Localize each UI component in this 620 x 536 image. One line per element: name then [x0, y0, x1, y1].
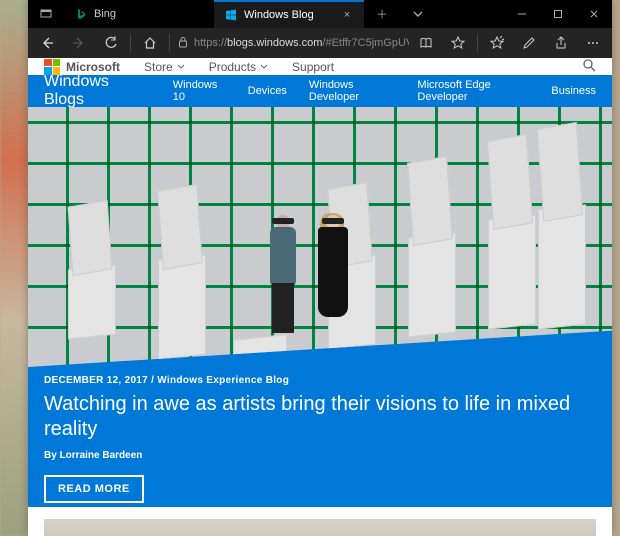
pen-icon — [522, 36, 536, 50]
close-icon — [589, 9, 599, 19]
chevron-down-icon — [177, 63, 185, 71]
blognav-devices[interactable]: Devices — [248, 85, 287, 97]
hero-headline[interactable]: Watching in awe as artists bring their v… — [44, 392, 596, 442]
desktop-background — [0, 0, 28, 536]
microsoft-logo-text: Microsoft — [66, 60, 120, 74]
lock-icon — [178, 36, 188, 51]
hero-meta: DECEMBER 12, 2017 / Windows Experience B… — [44, 375, 596, 386]
nav-products[interactable]: Products — [209, 60, 268, 74]
home-icon — [143, 36, 157, 50]
star-burst-icon — [490, 36, 504, 50]
nav-back-button[interactable] — [32, 29, 62, 57]
browser-window: Bing Windows Blog × ＋ — [28, 0, 612, 536]
window-minimize-button[interactable] — [504, 0, 540, 28]
site-search-button[interactable] — [582, 58, 596, 75]
window-close-button[interactable] — [576, 0, 612, 28]
arrow-right-icon — [72, 36, 86, 50]
blognav-windows-developer[interactable]: Windows Developer — [309, 79, 396, 103]
tab-actions-button[interactable] — [28, 0, 64, 28]
tab-label: Bing — [94, 8, 204, 20]
nav-forward-button[interactable] — [64, 29, 94, 57]
arrow-left-icon — [40, 36, 54, 50]
blognav-edge-developer[interactable]: Microsoft Edge Developer — [417, 79, 529, 103]
reading-view-button[interactable] — [411, 29, 441, 57]
address-bar: https://blogs.windows.com/#Etffr7C5jmGpU… — [28, 28, 612, 58]
new-tab-button[interactable]: ＋ — [364, 0, 400, 28]
blognav-windows10[interactable]: Windows 10 — [173, 79, 226, 103]
tabs-dropdown-button[interactable] — [400, 0, 436, 28]
bing-icon — [74, 7, 88, 21]
url-text: https://blogs.windows.com/#Etffr7C5jmGpU… — [194, 37, 409, 49]
hero-category-link[interactable]: Windows Experience Blog — [157, 375, 289, 386]
hero-image — [28, 107, 612, 367]
maximize-icon — [553, 9, 563, 19]
url-input[interactable]: https://blogs.windows.com/#Etffr7C5jmGpU… — [174, 29, 409, 57]
book-icon — [419, 36, 433, 50]
blognav-business[interactable]: Business — [551, 85, 596, 97]
hero-author: Lorraine Bardeen — [60, 450, 143, 461]
share-icon — [554, 36, 568, 50]
share-button[interactable] — [546, 29, 576, 57]
tab-preview-icon — [40, 8, 52, 20]
search-icon — [582, 58, 596, 72]
ellipsis-icon — [586, 36, 600, 50]
chevron-down-icon — [413, 9, 423, 19]
nav-support[interactable]: Support — [292, 60, 334, 74]
minimize-icon — [517, 9, 527, 19]
favorite-button[interactable] — [443, 29, 473, 57]
hero-byline: By Lorraine Bardeen — [44, 450, 596, 461]
chevron-down-icon — [260, 63, 268, 71]
tab-bing[interactable]: Bing — [64, 0, 214, 28]
blog-subnav: Windows Blogs Windows 10 Devices Windows… — [28, 75, 612, 107]
next-article-preview[interactable] — [44, 517, 596, 536]
nav-home-button[interactable] — [135, 29, 165, 57]
hero-date: DECEMBER 12, 2017 — [44, 375, 148, 386]
web-notes-button[interactable] — [514, 29, 544, 57]
read-more-button[interactable]: READ MORE — [44, 475, 144, 503]
blog-brand[interactable]: Windows Blogs — [44, 73, 141, 109]
tab-windows-blog[interactable]: Windows Blog × — [214, 0, 364, 28]
window-maximize-button[interactable] — [540, 0, 576, 28]
hero-article: DECEMBER 12, 2017 / Windows Experience B… — [28, 107, 612, 507]
titlebar: Bing Windows Blog × ＋ — [28, 0, 612, 28]
star-icon — [451, 36, 465, 50]
page-viewport: Microsoft Store Products Support Windows… — [28, 58, 612, 536]
windows-icon — [224, 8, 238, 22]
more-button[interactable] — [578, 29, 608, 57]
nav-store[interactable]: Store — [144, 60, 185, 74]
nav-refresh-button[interactable] — [96, 29, 126, 57]
tab-close-button[interactable]: × — [340, 9, 354, 21]
favorites-hub-button[interactable] — [482, 29, 512, 57]
refresh-icon — [104, 36, 118, 50]
tab-label: Windows Blog — [244, 9, 334, 21]
hero-text: DECEMBER 12, 2017 / Windows Experience B… — [44, 375, 596, 503]
